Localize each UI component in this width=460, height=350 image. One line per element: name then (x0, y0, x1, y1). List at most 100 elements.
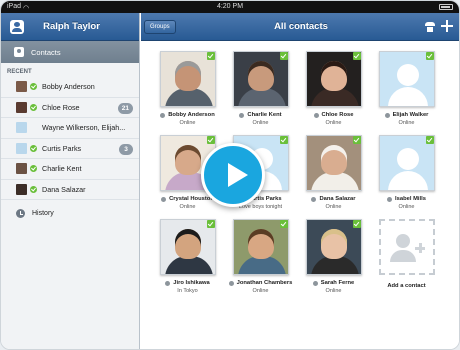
contact-card[interactable]: Sarah Ferne Online (297, 219, 370, 299)
history-label: History (32, 209, 54, 217)
recent-item-label: Dana Salazar (42, 184, 86, 194)
contact-card[interactable]: Charlie Kent Online (224, 51, 297, 131)
contact-name-row: Jiro Ishikawa (151, 280, 224, 286)
favorite-icon[interactable] (161, 196, 167, 202)
sidebar-item-contacts[interactable]: Contacts (1, 41, 139, 63)
recent-list: Bobby Anderson Chloe Rose 21 Wayne Wilkerso… (1, 77, 139, 200)
contact-name-row: Elijah Walker (370, 112, 443, 118)
user-name: Ralph Taylor (43, 21, 100, 32)
recent-heading: RECENT (7, 69, 32, 75)
sidebar-item-recent[interactable]: Bobby Anderson (1, 77, 139, 98)
main-panel: Groups All contacts Bobby Anderson Online… (141, 13, 459, 349)
favorite-icon[interactable] (384, 112, 390, 118)
offline-status-icon (30, 124, 37, 131)
online-check-icon (279, 52, 288, 60)
contact-name: Sarah Ferne (320, 280, 355, 286)
contact-status: Online (398, 204, 415, 210)
add-icon[interactable] (441, 20, 453, 32)
contact-card[interactable]: Jonathan Chambers Online (224, 219, 297, 299)
contact-status: Online (325, 288, 342, 294)
battery-icon (439, 4, 453, 10)
sidebar-header: Ralph Taylor (1, 13, 139, 41)
avatar (159, 51, 216, 107)
favorite-icon[interactable] (313, 112, 319, 118)
sidebar-item-recent[interactable]: Curtis Parks 3 (1, 139, 139, 159)
favorite-icon[interactable] (312, 280, 318, 286)
sidebar-item-history[interactable]: History (1, 202, 139, 224)
online-check-icon (206, 220, 215, 228)
contact-status: Online (252, 120, 269, 126)
contact-name-row: Isabel Mills (370, 196, 443, 202)
profile-icon[interactable] (10, 19, 24, 34)
avatar (232, 219, 289, 275)
avatar (16, 142, 27, 154)
contact-name-row: Jonathan Chambers (224, 280, 297, 286)
recent-item-label: Wayne Wilkerson, Elijah... (42, 123, 126, 133)
contact-name-row: Sarah Ferne (297, 280, 370, 286)
contact-status: In Tokyo (177, 288, 198, 294)
avatar (305, 51, 362, 107)
contacts-label: Contacts (31, 47, 61, 57)
sidebar-item-recent[interactable]: Charlie Kent (1, 159, 139, 180)
contact-card[interactable]: Jiro Ishikawa In Tokyo (151, 219, 224, 299)
contact-card[interactable]: Dana Salazar Online (297, 135, 370, 215)
recent-item-label: Bobby Anderson (42, 82, 95, 92)
online-check-icon (352, 52, 361, 60)
online-check-icon (352, 136, 361, 144)
avatar (16, 81, 27, 93)
contacts-icon (14, 47, 24, 57)
contact-name: Jiro Ishikawa (173, 280, 210, 286)
avatar-placeholder (378, 135, 435, 191)
contact-card[interactable]: Bobby Anderson Online (151, 51, 224, 131)
play-video-button[interactable] (201, 143, 265, 207)
online-check-icon (206, 136, 215, 144)
unread-count-badge: 3 (119, 143, 133, 155)
avatar (16, 183, 27, 195)
contact-name: Elijah Walker (392, 112, 429, 118)
avatar-placeholder (378, 51, 435, 107)
online-status-icon (30, 185, 37, 193)
contact-name: Isabel Mills (395, 196, 426, 202)
online-status-icon (30, 144, 37, 152)
sidebar-item-recent[interactable]: Wayne Wilkerson, Elijah... (1, 118, 139, 139)
contact-card[interactable]: Isabel Mills Online (370, 135, 443, 215)
online-status-icon (30, 103, 37, 111)
add-contact-card[interactable]: Add a contact (370, 219, 443, 299)
contact-status: Online (179, 120, 196, 126)
status-bar: iPad ◠ 4:20 PM (1, 1, 459, 13)
sidebar: Ralph Taylor Contacts RECENT Bobby Ander… (1, 13, 140, 349)
sidebar-item-recent[interactable]: Dana Salazar (1, 180, 139, 200)
favorite-icon[interactable] (387, 196, 393, 202)
clock-icon (16, 208, 25, 218)
contact-name-row: Dana Salazar (297, 196, 370, 202)
page-title: All contacts (274, 21, 328, 32)
online-check-icon (352, 220, 361, 228)
contact-name: Bobby Anderson (168, 112, 215, 118)
recent-item-label: Charlie Kent (42, 164, 82, 174)
favorite-icon[interactable] (165, 280, 171, 286)
contact-name: Jonathan Chambers (236, 280, 293, 286)
favorite-icon[interactable] (239, 112, 245, 118)
contact-name-row: Chloe Rose (297, 112, 370, 118)
phone-icon[interactable] (425, 22, 435, 32)
online-check-icon (425, 136, 434, 144)
favorite-icon[interactable] (228, 280, 234, 286)
contact-card[interactable]: Elijah Walker Online (370, 51, 443, 131)
avatar (16, 122, 27, 134)
online-status-icon (30, 83, 37, 91)
online-check-icon (279, 136, 288, 144)
favorite-icon[interactable] (311, 196, 317, 202)
main-header: Groups All contacts (141, 13, 459, 41)
avatar (305, 219, 362, 275)
add-contact-label: Add a contact (387, 283, 426, 289)
favorite-icon[interactable] (160, 112, 166, 118)
avatar (159, 219, 216, 275)
avatar (16, 101, 27, 113)
sidebar-item-recent[interactable]: Chloe Rose 21 (1, 98, 139, 118)
contact-status: Online (325, 120, 342, 126)
online-check-icon (425, 52, 434, 60)
add-contact-icon (378, 219, 435, 275)
contact-status: Online (325, 204, 342, 210)
contact-card[interactable]: Chloe Rose Online (297, 51, 370, 131)
recent-item-label: Chloe Rose (42, 102, 80, 112)
